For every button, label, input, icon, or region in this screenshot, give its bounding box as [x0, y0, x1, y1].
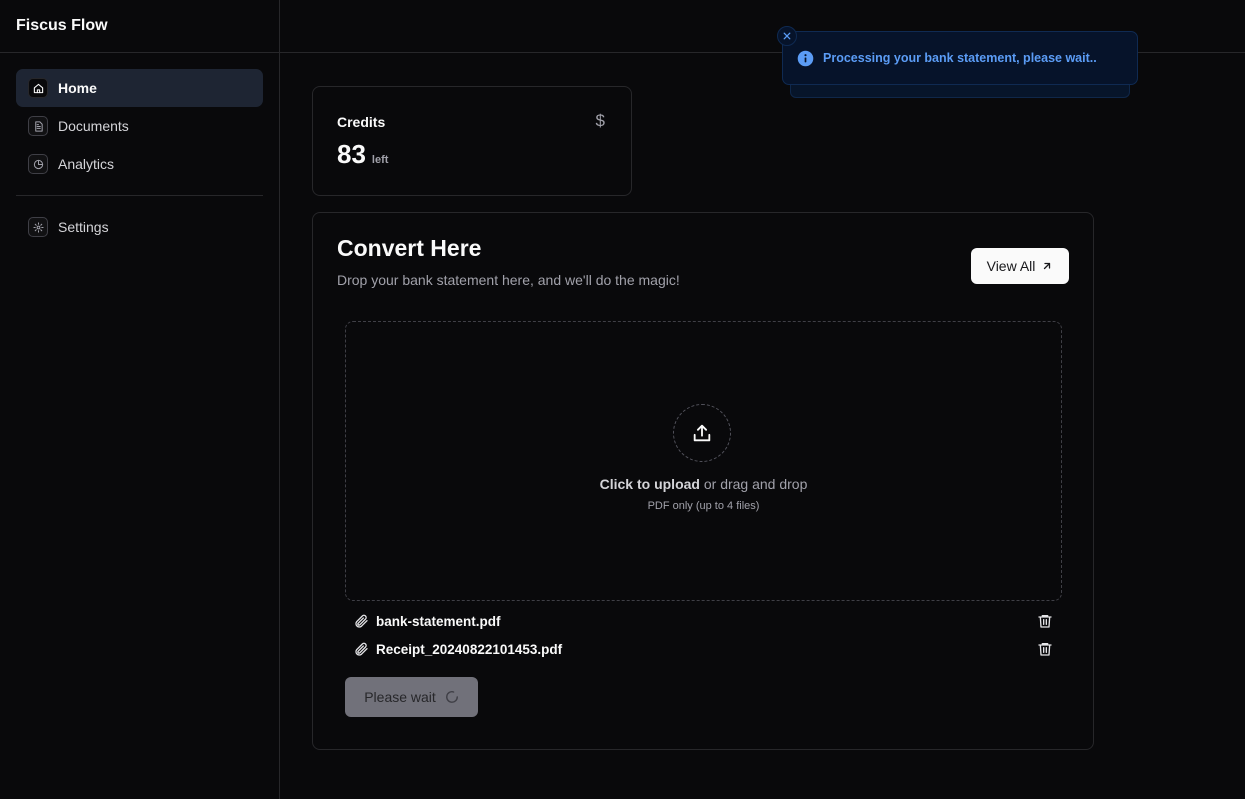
credits-card: Credits $ 83 left — [312, 86, 632, 196]
home-icon — [28, 78, 48, 98]
toast-close-button[interactable] — [777, 26, 797, 46]
submit-button[interactable]: Please wait — [345, 677, 478, 717]
sidebar-item-analytics[interactable]: Analytics — [16, 145, 263, 183]
convert-card: Convert Here Drop your bank statement he… — [312, 212, 1094, 750]
credits-value: 83 left — [337, 139, 388, 170]
file-item: Receipt_20240822101453.pdf — [353, 639, 1053, 659]
app-root: Fiscus Flow Home Documents Analytics Set… — [0, 0, 1245, 799]
sidebar-item-label: Analytics — [58, 156, 115, 172]
sidebar-divider — [16, 195, 263, 196]
sidebar-item-documents[interactable]: Documents — [16, 107, 263, 145]
toast-message: Processing your bank statement, please w… — [823, 51, 1097, 65]
drag-drop-text: or drag and drop — [699, 476, 808, 492]
convert-subtitle: Drop your bank statement here, and we'll… — [337, 272, 680, 288]
dropzone-hint: PDF only (up to 4 files) — [647, 500, 760, 512]
sidebar-item-label: Documents — [58, 118, 129, 134]
dollar-icon: $ — [595, 111, 605, 130]
convert-title: Convert Here — [337, 235, 482, 261]
paperclip-icon — [355, 614, 368, 628]
credits-count: 83 — [337, 139, 366, 169]
upload-icon — [693, 424, 711, 442]
file-name: Receipt_20240822101453.pdf — [376, 641, 563, 657]
toast-notification: Processing your bank statement, please w… — [777, 26, 1138, 85]
sidebar-item-label: Settings — [58, 219, 109, 235]
trash-icon[interactable] — [1037, 641, 1053, 657]
arrow-up-right-icon — [1044, 262, 1051, 270]
view-all-label: View All — [986, 258, 1036, 274]
info-icon — [797, 50, 814, 66]
trash-icon[interactable] — [1037, 613, 1053, 629]
paperclip-icon — [355, 642, 368, 656]
sidebar-item-label: Home — [58, 80, 97, 96]
pie-chart-icon — [28, 154, 48, 174]
gear-icon — [28, 217, 48, 237]
credits-label: Credits — [337, 114, 386, 130]
upload-icon-circle[interactable] — [673, 404, 731, 462]
document-icon — [28, 116, 48, 136]
dropzone-text: Click to upload or drag and drop — [346, 476, 1061, 492]
sidebar-nav: Home Documents Analytics Settings — [0, 53, 279, 246]
spinner-icon — [445, 691, 458, 703]
view-all-button[interactable]: View All — [971, 248, 1069, 284]
file-item: bank-statement.pdf — [353, 611, 1053, 631]
sidebar-item-home[interactable]: Home — [16, 69, 263, 107]
file-name: bank-statement.pdf — [376, 613, 501, 629]
sidebar: Fiscus Flow Home Documents Analytics Set… — [0, 0, 280, 799]
credits-suffix: left — [371, 154, 389, 166]
submit-label: Please wait — [364, 689, 436, 705]
upload-dropzone[interactable]: Click to upload or drag and drop PDF onl… — [345, 321, 1062, 601]
sidebar-item-settings[interactable]: Settings — [16, 208, 263, 246]
brand-logo[interactable]: Fiscus Flow — [0, 0, 279, 53]
click-to-upload-link[interactable]: Click to upload — [600, 476, 700, 492]
close-icon — [783, 32, 791, 40]
